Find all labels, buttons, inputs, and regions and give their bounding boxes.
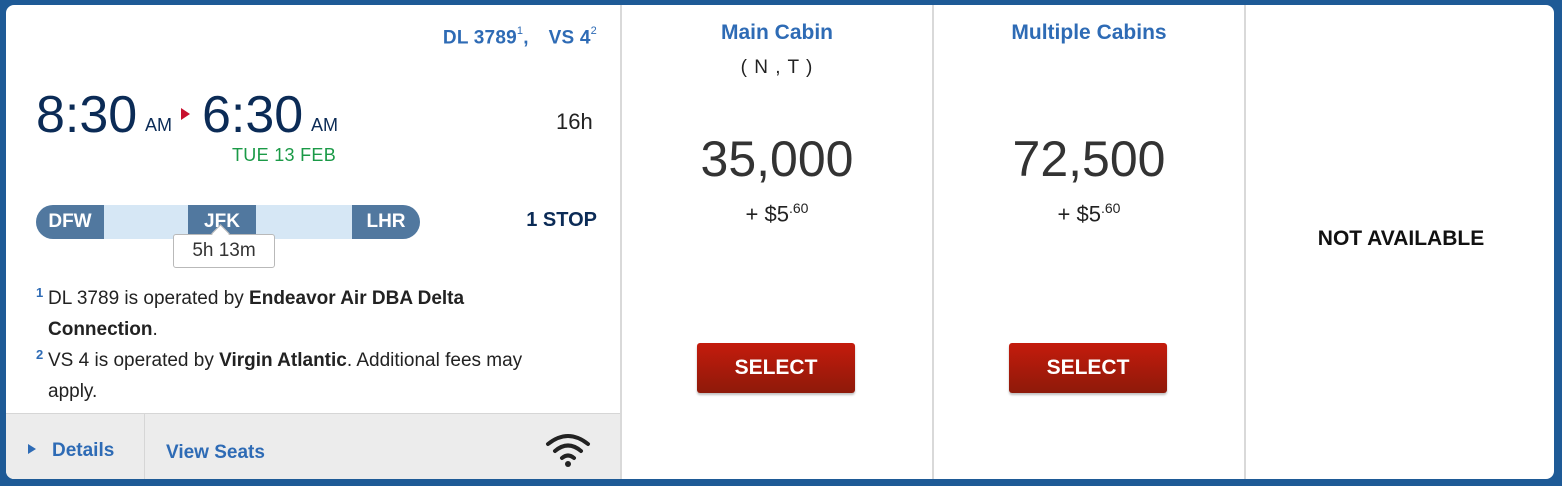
note-2-text: VS 4 is operated by (48, 350, 220, 371)
fare-class-codes: ( N , T ) (740, 57, 814, 78)
operator-note-1: 1 DL 3789 is operated by Endeavor Air DBA… (34, 283, 534, 345)
cabin-name[interactable]: Multiple Cabins (934, 21, 1244, 45)
fare-multiple-cabins: Multiple Cabins 72,500 + $5.60 SELECT (934, 5, 1244, 479)
tax-prefix: + $ (1057, 201, 1089, 227)
note-1-end: . (152, 319, 158, 340)
wifi-icon (546, 434, 590, 467)
stops-count[interactable]: 1 STOP (526, 209, 597, 232)
select-multiple-cabins-button[interactable]: SELECT (1009, 343, 1167, 393)
flight-info-panel: DL 37891, VS 42 8:30 AM 6:30 AM TUE 13 FE… (6, 5, 621, 479)
flight-number-1[interactable]: DL 3789 (443, 27, 517, 48)
depart-ampm: AM (145, 115, 172, 135)
miles-price: 35,000 (700, 131, 854, 187)
cabin-name[interactable]: Main Cabin (622, 21, 932, 45)
tax-dollars: 5 (776, 201, 789, 227)
details-label: Details (52, 440, 115, 461)
arrive-ampm: AM (311, 115, 338, 135)
miles-price: 72,500 (1012, 131, 1166, 187)
flight-actions-bar: Details View Seats (6, 413, 621, 479)
footnote-ref-1: 1 (516, 25, 524, 37)
flight-number-separator: , (523, 27, 529, 49)
note-ref-1: 1 (36, 285, 44, 300)
not-available-label: NOT AVAILABLE (1317, 227, 1485, 250)
tax-dollars: 5 (1088, 201, 1101, 227)
arrive-date: TUE 13 FEB (232, 145, 337, 165)
note-2-carrier: Virgin Atlantic (219, 350, 347, 371)
airport-origin: DFW (36, 205, 104, 239)
divider (144, 414, 145, 479)
fare-unavailable: NOT AVAILABLE (1246, 5, 1554, 479)
details-link[interactable]: Details (28, 440, 114, 462)
triangle-right-icon (28, 444, 36, 454)
view-seats-link[interactable]: View Seats (166, 442, 265, 464)
fare-main-cabin: Main Cabin ( N , T ) 35,000 + $5.60 SELE… (622, 5, 932, 479)
tax-amount: + $5.60 (622, 200, 932, 227)
note-1-text: DL 3789 is operated by (48, 288, 250, 309)
select-main-cabin-button[interactable]: SELECT (697, 343, 855, 393)
footnote-ref-2: 2 (590, 25, 597, 37)
flight-duration: 16h (556, 109, 593, 134)
tax-amount: + $5.60 (934, 200, 1244, 227)
flight-numbers: DL 37891, VS 42 (443, 25, 597, 49)
airport-destination: LHR (352, 205, 420, 239)
operator-notes: 1 DL 3789 is operated by Endeavor Air DBA… (34, 283, 534, 407)
tax-cents: .60 (788, 200, 809, 216)
tax-prefix: + $ (745, 201, 777, 227)
tax-cents: .60 (1100, 200, 1121, 216)
note-ref-2: 2 (36, 347, 44, 362)
flight-number-2[interactable]: VS 4 (549, 27, 591, 48)
flight-arrow-icon (181, 108, 190, 120)
flight-result-card: DL 37891, VS 42 8:30 AM 6:30 AM TUE 13 FE… (6, 5, 1554, 479)
depart-time: 8:30 (36, 86, 138, 144)
layover-duration: 5h 13m (173, 234, 275, 268)
arrive-time: 6:30 (202, 86, 304, 144)
operator-note-2: 2 VS 4 is operated by Virgin Atlantic. Ad… (34, 345, 534, 407)
